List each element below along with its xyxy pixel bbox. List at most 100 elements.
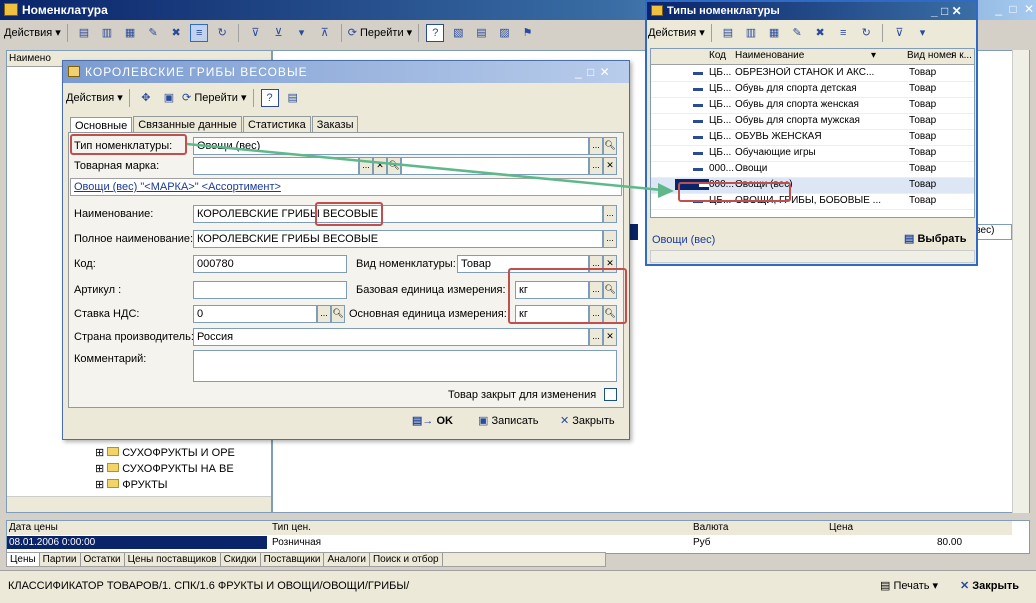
list-item[interactable]: ▬ 000... Овощи Товар <box>651 162 974 178</box>
tab-related[interactable]: Связанные данные <box>133 116 242 133</box>
form-edit-icon[interactable]: ▣ <box>160 89 178 107</box>
list-vscrollbar[interactable] <box>1012 50 1029 513</box>
filter-value-icon[interactable]: ⊻ <box>269 24 287 42</box>
actions-menu[interactable]: Действия ▾ <box>4 27 61 39</box>
list-item[interactable]: ▬ ЦБ... Обувь для спорта мужская Товар <box>651 114 974 130</box>
types-hierarchy-icon[interactable]: ≡ <box>834 24 852 42</box>
brand-field[interactable] <box>193 157 359 175</box>
goto-menu[interactable]: ⟳ Перейти ▾ <box>348 27 412 39</box>
print-button[interactable]: ▤ Печать ▾ <box>880 579 938 592</box>
list-item[interactable]: ▬ ЦБ... Обучающие игры Товар <box>651 146 974 162</box>
types-edit-icon[interactable]: ✎ <box>788 24 806 42</box>
ok-button[interactable]: ▤→ OK <box>412 414 453 427</box>
form-struct-icon[interactable]: ▤ <box>284 89 302 107</box>
palette-icon[interactable]: ▨ <box>495 24 513 42</box>
tab-orders[interactable]: Заказы <box>311 116 359 133</box>
tree-item[interactable]: ⊞ СУХОФРУКТЫ И ОРЕ <box>95 446 235 459</box>
close-button[interactable]: ✕ Закрыть <box>560 414 615 427</box>
code-field[interactable]: 000780 <box>193 255 347 273</box>
type-select-button[interactable]: ... <box>589 137 603 155</box>
types-add-icon[interactable]: ▤ <box>719 24 737 42</box>
delete-icon[interactable]: ✖ <box>167 24 185 42</box>
brand-extra-field[interactable] <box>401 157 589 175</box>
list-item[interactable]: ▬ 000... Овощи (вес) Товар <box>651 178 974 194</box>
tree-item[interactable]: ⊞ ФРУКТЫ <box>95 478 168 491</box>
report-icon[interactable]: ▤ <box>472 24 490 42</box>
type-field[interactable]: Овощи (вес) <box>193 137 589 155</box>
col-code-header[interactable]: Код <box>709 50 726 61</box>
list-item[interactable]: ▬ ЦБ... ОБУВЬ ЖЕНСКАЯ Товар <box>651 130 974 146</box>
brand-extra-clear-icon[interactable]: ✕ <box>603 157 617 175</box>
name-template-link[interactable]: Овощи (вес) "<МАРКА>" <Ассортимент> <box>70 178 622 196</box>
types-add-group-icon[interactable]: ▥ <box>742 24 760 42</box>
brand-extra-select[interactable]: ... <box>589 157 603 175</box>
vat-select-button[interactable]: ... <box>317 305 331 323</box>
tab-stock[interactable]: Остатки <box>81 553 125 566</box>
clear-filter-icon[interactable]: ⊼ <box>316 24 334 42</box>
add-group-icon[interactable]: ▥ <box>98 24 116 42</box>
tab-batches[interactable]: Партии <box>40 553 81 566</box>
minimize-icon[interactable]: _ <box>995 2 1002 16</box>
col-extra-header[interactable]: я к... <box>951 50 971 61</box>
form-goto-menu[interactable]: ⟳ Перейти ▾ <box>182 92 246 104</box>
form-controls[interactable]: _ □ ✕ <box>575 61 611 83</box>
list-item[interactable]: ▬ ЦБ... ОБРЕЗНОЙ СТАНОК И АКС... Товар <box>651 66 974 82</box>
struct-icon[interactable]: ▧ <box>449 24 467 42</box>
comment-field[interactable] <box>193 350 617 382</box>
types-controls[interactable]: _ □ ✕ <box>931 2 962 20</box>
main-close-button[interactable]: ✕ Закрыть <box>960 579 1019 592</box>
types-filter-list-icon[interactable]: ▾ <box>913 24 931 42</box>
types-filter-icon[interactable]: ⊽ <box>890 24 908 42</box>
closed-checkbox[interactable] <box>604 388 617 401</box>
link-icon[interactable]: ⚑ <box>519 24 537 42</box>
list-item[interactable]: ▬ ЦБ... Обувь для спорта женская Товар <box>651 98 974 114</box>
base-unit-select-button[interactable]: ... <box>589 281 603 299</box>
base-unit-field[interactable]: кг <box>515 281 589 299</box>
kind-clear-icon[interactable]: ✕ <box>603 255 617 273</box>
country-select-button[interactable]: ... <box>589 328 603 346</box>
hierarchy-icon[interactable]: ≡ <box>190 24 209 42</box>
list-item[interactable]: ▬ ЦБ... ОВОЩИ, ГРИБЫ, БОБОВЫЕ ... Товар <box>651 194 974 210</box>
tab-prices[interactable]: Цены <box>7 553 40 566</box>
types-refresh-icon[interactable]: ↻ <box>857 24 875 42</box>
col-name-header[interactable]: Наименование <box>735 50 804 61</box>
type-search-icon[interactable]: 🔍︎ <box>603 137 617 155</box>
name-select-button[interactable]: ... <box>603 205 617 223</box>
maximize-icon[interactable]: □ <box>1009 2 1016 16</box>
types-hscrollbar[interactable] <box>650 250 975 263</box>
vat-field[interactable]: 0 <box>193 305 317 323</box>
brand-select-button[interactable]: ... <box>359 157 373 175</box>
vat-search-icon[interactable]: 🔍︎ <box>331 305 345 323</box>
name-field[interactable]: КОРОЛЕВСКИЕ ГРИБЫ ВЕСОВЫЕ <box>193 205 603 223</box>
filter-list-icon[interactable]: ▾ <box>293 24 311 42</box>
help-icon[interactable]: ? <box>426 24 445 42</box>
edit-icon[interactable]: ✎ <box>144 24 162 42</box>
table-row[interactable]: 08.01.2006 0:00:00 Розничная Руб 80.00 <box>7 536 1012 550</box>
base-unit-search-icon[interactable]: 🔍︎ <box>603 281 617 299</box>
main-unit-search-icon[interactable]: 🔍︎ <box>603 305 617 323</box>
types-copy-icon[interactable]: ▦ <box>765 24 783 42</box>
types-actions-menu[interactable]: Действия ▾ <box>648 27 705 39</box>
kind-select-button[interactable]: ... <box>589 255 603 273</box>
kind-field[interactable]: Товар <box>457 255 589 273</box>
fullname-field[interactable]: КОРОЛЕВСКИЕ ГРИБЫ ВЕСОВЫЕ <box>193 230 603 248</box>
tree-item[interactable]: ⊞ СУХОФРУКТЫ НА ВЕ <box>95 462 234 475</box>
filter-icon[interactable]: ⊽ <box>246 24 264 42</box>
country-field[interactable]: Россия <box>193 328 589 346</box>
form-nav-icon[interactable]: ✥ <box>137 89 155 107</box>
tab-analogs[interactable]: Аналоги <box>324 553 370 566</box>
tab-suppliers[interactable]: Поставщики <box>261 553 325 566</box>
article-field[interactable] <box>193 281 347 299</box>
tab-discounts[interactable]: Скидки <box>221 553 261 566</box>
brand-clear-icon[interactable]: ✕ <box>373 157 387 175</box>
country-clear-icon[interactable]: ✕ <box>603 328 617 346</box>
list-item[interactable]: ▬ ЦБ... Обувь для спорта детская Товар <box>651 82 974 98</box>
refresh-icon[interactable]: ↻ <box>213 24 231 42</box>
brand-search-icon[interactable]: 🔍︎ <box>387 157 401 175</box>
form-help-icon[interactable]: ? <box>260 89 279 107</box>
save-button[interactable]: ▣ Записать <box>478 414 538 427</box>
col-kind-header[interactable]: Вид номенклатуры <box>907 50 955 61</box>
tab-search[interactable]: Поиск и отбор <box>370 553 443 566</box>
main-unit-field[interactable]: кг <box>515 305 589 323</box>
copy-icon[interactable]: ▦ <box>121 24 139 42</box>
